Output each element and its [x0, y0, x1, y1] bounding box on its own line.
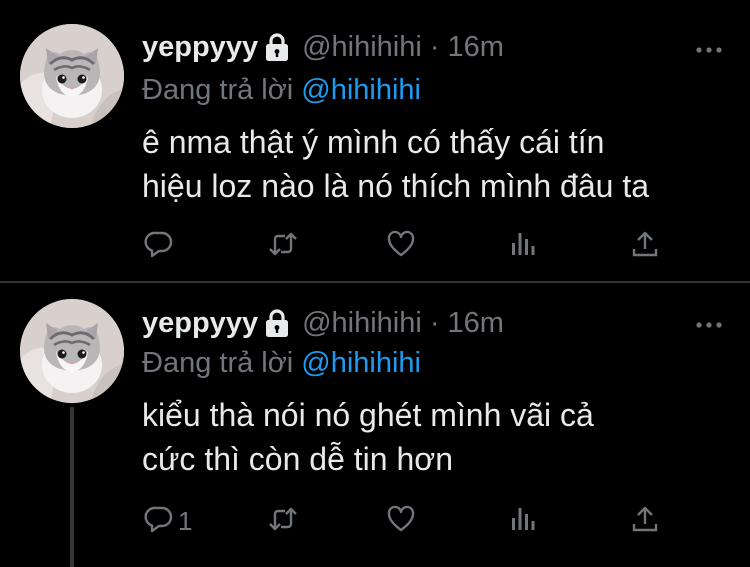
reply-count: 1: [178, 505, 193, 536]
avatar[interactable]: [20, 24, 124, 128]
lock-icon: [264, 32, 290, 62]
share-icon: [630, 229, 660, 264]
replying-to-handle[interactable]: @hihihihi: [301, 347, 421, 379]
views-icon: [508, 229, 538, 264]
replying-to: Đang trả lời @hihihihi: [142, 74, 421, 107]
more-icon[interactable]: [694, 42, 724, 52]
share-button[interactable]: [630, 501, 660, 541]
like-button[interactable]: [386, 501, 416, 541]
retweet-button[interactable]: [268, 226, 298, 266]
timestamp[interactable]: 16m: [447, 307, 503, 340]
replying-to-label: Đang trả lời: [142, 347, 294, 379]
like-icon: [386, 504, 416, 539]
views-button[interactable]: [508, 501, 538, 541]
display-name[interactable]: yeppyyy: [142, 307, 258, 340]
tweet-text: kiểu thà nói nó ghét mình vãi cả cức thì…: [142, 393, 732, 481]
views-button[interactable]: [508, 226, 538, 266]
reply-button[interactable]: 1: [144, 501, 192, 541]
replying-to-label: Đang trả lời: [142, 74, 294, 106]
action-bar: [140, 226, 680, 266]
tweet-text-line: kiểu thà nói nó ghét mình vãi cả: [142, 397, 594, 433]
like-button[interactable]: [386, 226, 416, 266]
like-icon: [386, 229, 416, 264]
tweet-text-line: cức thì còn dễ tin hơn: [142, 441, 454, 477]
reply-icon: [144, 504, 174, 539]
reply-icon: [144, 229, 174, 264]
tweet[interactable]: yeppyyy @hihihihi · 16m Đang trả lời @hi…: [0, 283, 750, 567]
replying-to: Đang trả lời @hihihihi: [142, 347, 421, 380]
tweet-text-line: ê nma thật ý mình có thấy cái tín: [142, 124, 605, 160]
reply-button[interactable]: [144, 226, 178, 266]
display-name[interactable]: yeppyyy: [142, 31, 258, 64]
tweet-header: yeppyyy @hihihihi · 16m: [142, 27, 504, 67]
thread-line: [70, 407, 74, 567]
more-icon[interactable]: [694, 317, 724, 327]
tweet-header: yeppyyy @hihihihi · 16m: [142, 303, 504, 343]
timestamp[interactable]: 16m: [447, 31, 503, 64]
tweet[interactable]: yeppyyy @hihihihi · 16m Đang trả lời @hi…: [0, 0, 750, 281]
action-bar: 1: [140, 501, 680, 541]
replying-to-handle[interactable]: @hihihihi: [301, 74, 421, 106]
share-icon: [630, 504, 660, 539]
tweet-text: ê nma thật ý mình có thấy cái tín hiệu l…: [142, 120, 732, 208]
avatar[interactable]: [20, 299, 124, 403]
retweet-icon: [268, 229, 298, 264]
separator-dot: ·: [429, 30, 440, 63]
tweet-text-line: hiệu loz nào là nó thích mình đâu ta: [142, 168, 650, 204]
views-icon: [508, 504, 538, 539]
retweet-icon: [268, 504, 298, 539]
share-button[interactable]: [630, 226, 660, 266]
username-handle[interactable]: @hihihihi: [302, 307, 422, 340]
retweet-button[interactable]: [268, 501, 298, 541]
lock-icon: [264, 308, 290, 338]
username-handle[interactable]: @hihihihi: [302, 31, 422, 64]
separator-dot: ·: [429, 306, 440, 339]
